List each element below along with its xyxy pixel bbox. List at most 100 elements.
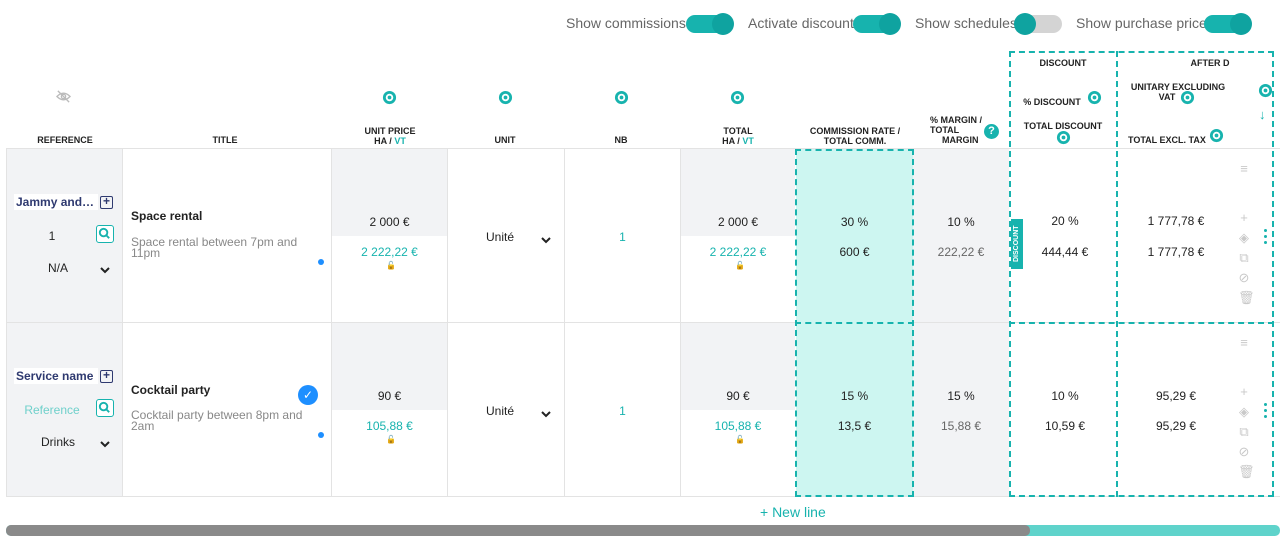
- discount-dash-left: [1009, 51, 1011, 497]
- header-total: TOTAL HA / VT: [722, 126, 754, 146]
- margin-total: 222,22 €: [937, 245, 985, 259]
- nb-field[interactable]: 1: [565, 230, 680, 244]
- trash-icon[interactable]: 🗑: [1238, 465, 1255, 478]
- line-title[interactable]: Cocktail party: [131, 383, 210, 397]
- margin-pct: 15 %: [947, 389, 975, 403]
- chevron-down-icon[interactable]: [100, 436, 110, 448]
- eye-hidden-icon[interactable]: [56, 89, 71, 104]
- eye-total-icon[interactable]: [730, 90, 745, 105]
- table-top-border: [6, 148, 1280, 149]
- show-commissions-toggle[interactable]: [686, 13, 734, 35]
- col-divider: [331, 149, 332, 496]
- unit-price-ha[interactable]: 2 000 €: [332, 215, 447, 229]
- horizontal-scrollbar-thumb[interactable]: [6, 525, 1030, 536]
- header-title: TITLE: [212, 135, 238, 145]
- lock-icon[interactable]: 🔓: [735, 435, 745, 444]
- reference-code[interactable]: 1: [40, 229, 64, 243]
- new-line-button[interactable]: + New line: [760, 504, 826, 520]
- line-title[interactable]: Space rental: [131, 209, 202, 223]
- check-circle-icon[interactable]: ✓: [298, 385, 318, 405]
- disable-icon[interactable]: ⊘: [1238, 271, 1250, 284]
- eye-extra-icon[interactable]: [1258, 83, 1273, 98]
- layers-icon[interactable]: ◈: [1238, 405, 1250, 418]
- lock-icon[interactable]: 🔓: [386, 435, 396, 444]
- reference-category[interactable]: Drinks: [36, 435, 80, 449]
- discount-total[interactable]: 10,59 €: [1030, 419, 1100, 433]
- col-divider: [564, 149, 565, 496]
- trash-icon[interactable]: 🗑: [1238, 291, 1255, 304]
- col-divider: [6, 149, 7, 496]
- status-dot: [318, 259, 324, 265]
- unit-price-vt[interactable]: 105,88 €: [332, 419, 447, 433]
- unit-select[interactable]: Unité: [480, 230, 520, 244]
- lock-icon[interactable]: 🔓: [735, 261, 745, 270]
- unit-price-ha[interactable]: 90 €: [332, 389, 447, 403]
- discount-dash-right: [1116, 51, 1118, 497]
- header-total-discount: TOTAL DISCOUNT: [1023, 121, 1103, 131]
- lock-icon[interactable]: 🔓: [386, 261, 396, 270]
- total-ha: 90 €: [726, 389, 750, 403]
- show-purchase-price-toggle[interactable]: [1204, 13, 1252, 35]
- disable-icon[interactable]: ⊘: [1238, 445, 1250, 458]
- duplicate-icon[interactable]: ⧉: [1238, 425, 1250, 438]
- more-options-icon[interactable]: [1264, 403, 1268, 419]
- reference-name-field[interactable]: Service name: [14, 368, 98, 384]
- reference-category[interactable]: N/A: [40, 261, 76, 275]
- eye-total-discount-icon[interactable]: [1056, 130, 1071, 145]
- discount-pct[interactable]: 10 %: [1030, 389, 1100, 403]
- discount-pct[interactable]: 20 %: [1030, 214, 1100, 228]
- nb-field[interactable]: 1: [565, 404, 680, 418]
- total-excl: 1 777,78 €: [1147, 245, 1205, 259]
- commission-total[interactable]: 13,5 €: [796, 419, 913, 433]
- add-icon[interactable]: +: [1238, 385, 1250, 398]
- eye-discount-pct-icon[interactable]: [1087, 90, 1102, 105]
- unit-price-vt[interactable]: 2 222,22 €: [332, 245, 447, 259]
- drag-handle-icon[interactable]: ≡: [1238, 162, 1250, 175]
- drag-handle-icon[interactable]: ≡: [1238, 336, 1250, 349]
- commission-rate[interactable]: 30 %: [796, 215, 913, 229]
- eye-unit-price-icon[interactable]: [382, 90, 397, 105]
- show-schedules-toggle[interactable]: [1014, 13, 1062, 35]
- eye-unit-icon[interactable]: [498, 90, 513, 105]
- col-divider: [447, 149, 448, 496]
- line-description[interactable]: Cocktail party between 8pm and 2am: [131, 409, 311, 432]
- eye-total-excl-icon[interactable]: [1209, 128, 1224, 143]
- chevron-down-icon[interactable]: [541, 232, 551, 244]
- discount-total[interactable]: 444,44 €: [1030, 245, 1100, 259]
- commission-dash-bottom: [795, 495, 914, 497]
- total-vt: 2 222,22 €: [709, 245, 767, 259]
- unitary-excl: 95,29 €: [1155, 389, 1197, 403]
- margin-bg: [913, 323, 1009, 496]
- add-reference-icon[interactable]: +: [100, 369, 113, 383]
- commission-rate[interactable]: 15 %: [796, 389, 913, 403]
- search-icon[interactable]: [96, 225, 114, 243]
- layers-icon[interactable]: ◈: [1238, 231, 1250, 244]
- eye-nb-icon[interactable]: [614, 90, 629, 105]
- activate-discount-toggle[interactable]: [853, 13, 901, 35]
- add-icon[interactable]: +: [1238, 211, 1250, 224]
- add-reference-icon[interactable]: +: [100, 195, 113, 209]
- show-commissions-label: Show commissions: [566, 15, 686, 31]
- show-schedules-label: Show schedules: [915, 15, 1017, 31]
- commission-total[interactable]: 600 €: [796, 245, 913, 259]
- header-discount-pct: % DISCOUNT: [1023, 97, 1081, 107]
- unitary-excl: 1 777,78 €: [1147, 214, 1205, 228]
- reference-name-field[interactable]: Jammy and c...: [14, 194, 98, 210]
- total-excl: 95,29 €: [1155, 419, 1197, 433]
- line-description[interactable]: Space rental between 7pm and 11pm: [131, 236, 311, 259]
- chevron-down-icon[interactable]: [541, 406, 551, 418]
- status-dot: [318, 432, 324, 438]
- header-reference: REFERENCE: [37, 135, 93, 145]
- arrow-down-icon[interactable]: ↓: [1259, 107, 1266, 122]
- reference-code-placeholder[interactable]: Reference: [20, 403, 84, 417]
- search-icon[interactable]: [96, 399, 114, 417]
- duplicate-icon[interactable]: ⧉: [1238, 251, 1250, 264]
- unit-select[interactable]: Unité: [480, 404, 520, 418]
- header-margin: % MARGIN / TOTAL MARGIN: [930, 115, 983, 145]
- header-unit-price: UNIT PRICE HA / VT: [364, 126, 416, 146]
- settings-toggle-bar: Show commissions Activate discount Show …: [0, 12, 1280, 36]
- discount-tag: DISCOUNT: [1011, 219, 1023, 269]
- more-options-icon[interactable]: [1264, 229, 1268, 245]
- col-divider: [122, 149, 123, 496]
- chevron-down-icon[interactable]: [100, 262, 110, 274]
